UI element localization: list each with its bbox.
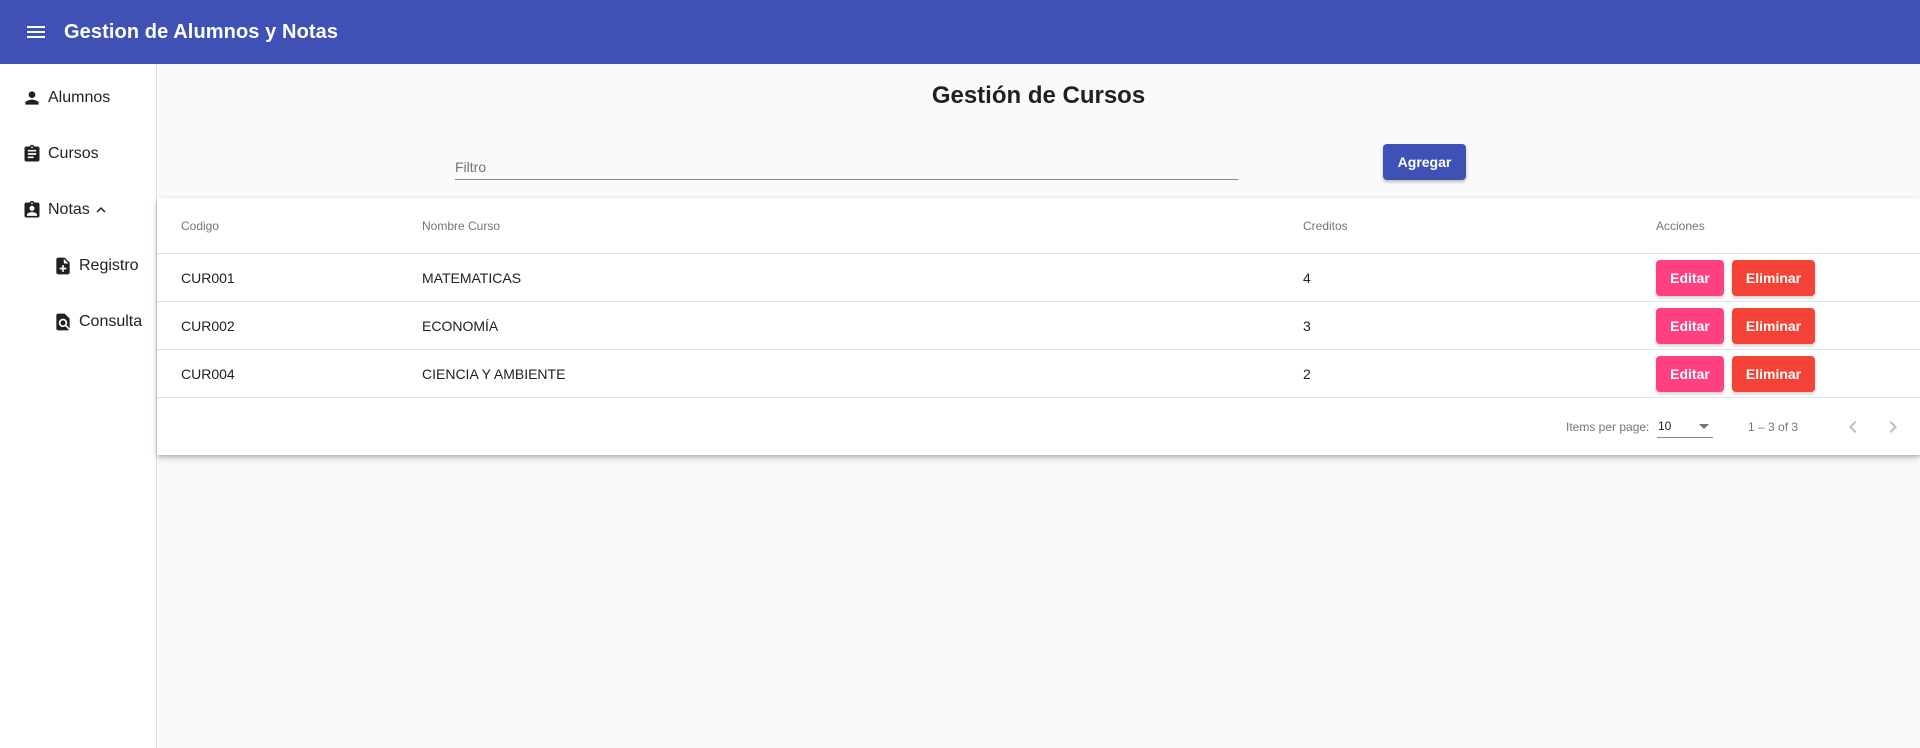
courses-table: Codigo Nombre Curso Creditos Acciones CU… [157,198,1920,455]
sidebar-item-alumnos[interactable]: Alumnos [22,88,110,108]
page-range-label: 1 – 3 of 3 [1748,420,1799,434]
cell-creditos: 2 [1303,366,1311,382]
chevron-right-icon [1889,421,1897,433]
column-header-creditos: Creditos [1303,219,1348,233]
dropdown-arrow-icon [1699,424,1709,429]
delete-button[interactable]: Eliminar [1732,308,1815,344]
menu-icon[interactable] [16,12,56,52]
delete-button[interactable]: Eliminar [1732,356,1815,392]
filter-field [455,148,1238,180]
cell-codigo: CUR002 [181,318,235,334]
assignment-ind-icon [24,200,40,218]
table-row: CUR001 MATEMATICAS 4 Editar Eliminar [157,253,1920,301]
sidebar-item-label: Consulta [79,313,143,330]
chevron-up-icon [96,207,106,213]
delete-button[interactable]: Eliminar [1732,260,1815,296]
edit-button[interactable]: Editar [1656,308,1724,344]
column-header-codigo: Codigo [181,219,220,233]
page-size-select[interactable]: 10 [1657,414,1713,438]
table-row: CUR002 ECONOMÍA 3 Editar Eliminar [157,301,1920,349]
paginator: Items per page: 10 1 – 3 of 3 [157,397,1920,455]
sidebar-item-notas[interactable]: Notas [22,200,116,220]
chevron-left-icon [1849,421,1857,433]
edit-button[interactable]: Editar [1656,356,1724,392]
cell-creditos: 3 [1303,318,1311,334]
items-per-page-label: Items per page: [1566,420,1650,434]
app-toolbar: Gestion de Alumnos y Notas [0,0,1920,64]
column-header-nombre: Nombre Curso [422,219,501,233]
app-title: Gestion de Alumnos y Notas [64,20,339,43]
sidebar: Alumnos Cursos Notas Registro Consulta [0,64,157,748]
cell-nombre: ECONOMÍA [422,318,499,334]
page-size-value: 10 [1658,419,1672,433]
sidebar-item-registro[interactable]: Registro [53,256,139,276]
sidebar-item-label: Alumnos [48,89,111,106]
filter-input[interactable] [455,148,1238,178]
sidebar-item-label: Registro [79,257,139,274]
assignment-icon [24,144,40,162]
find-in-page-icon [56,313,70,331]
cell-codigo: CUR001 [181,270,235,286]
page-title: Gestión de Cursos [931,82,1146,109]
cell-nombre: CIENCIA Y AMBIENTE [422,366,566,382]
cell-codigo: CUR004 [181,366,235,382]
note-add-icon [56,257,70,275]
cell-nombre: MATEMATICAS [422,270,522,286]
cell-creditos: 4 [1303,270,1311,286]
sidebar-item-cursos[interactable]: Cursos [22,144,99,164]
table-row: CUR004 CIENCIA Y AMBIENTE 2 Editar Elimi… [157,349,1920,397]
sidebar-item-consulta[interactable]: Consulta [53,312,142,332]
sidebar-item-label: Cursos [48,145,99,162]
main-content: Gestión de Cursos Agregar Codigo Nombre … [157,64,1920,748]
add-button[interactable]: Agregar [1383,144,1466,180]
next-page-button[interactable] [1877,411,1909,443]
edit-button[interactable]: Editar [1656,260,1724,296]
person-icon [25,91,39,105]
column-header-acciones: Acciones [1656,219,1705,233]
previous-page-button[interactable] [1837,411,1869,443]
sidebar-item-label: Notas [48,201,90,218]
